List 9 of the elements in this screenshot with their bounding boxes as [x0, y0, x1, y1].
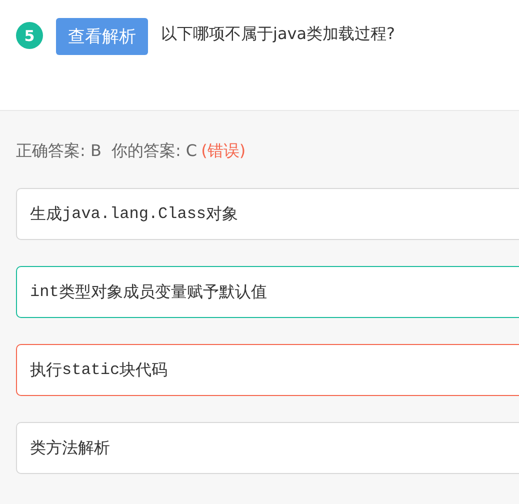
- answer-option[interactable]: 执行static块代码: [16, 344, 519, 396]
- question-text: 以下哪项不属于java类加载过程?: [161, 24, 396, 45]
- answer-verdict: (错误): [201, 141, 246, 162]
- correct-answer-label: 正确答案: B: [16, 141, 102, 162]
- question-number-badge: 5: [16, 22, 43, 49]
- answer-option[interactable]: 类方法解析: [16, 422, 519, 474]
- answer-option[interactable]: 生成java.lang.Class对象: [16, 188, 519, 240]
- your-answer-label: 你的答案: C: [111, 141, 198, 162]
- answer-option[interactable]: int类型对象成员变量赋予默认值: [16, 266, 519, 318]
